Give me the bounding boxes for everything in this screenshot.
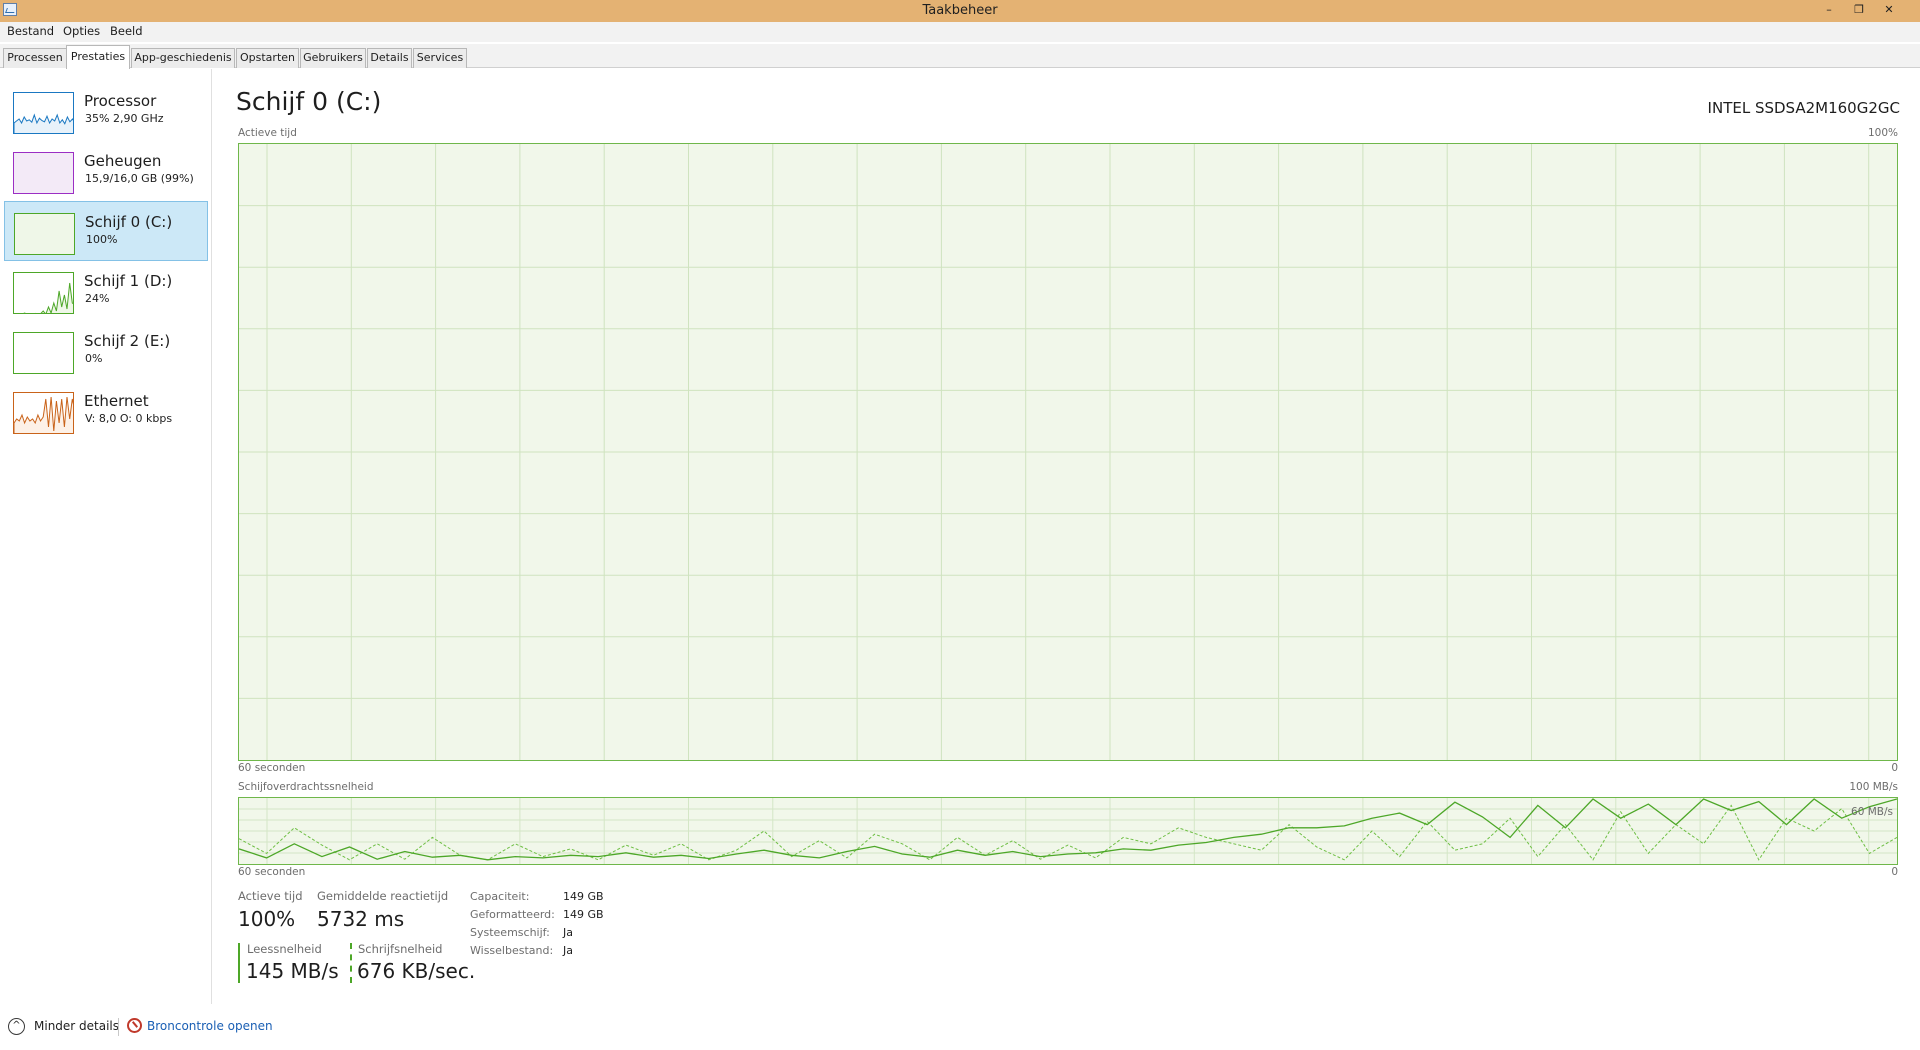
formatted-value: 149 GB (563, 908, 604, 921)
sidebar-item-label: Schijf 2 (E:) (84, 332, 171, 350)
window-title: Taakbeheer (922, 3, 998, 18)
tab-app-geschiedenis[interactable]: App-geschiedenis (131, 48, 235, 68)
transfer-graph-inner-max: 60 MB/s (1851, 806, 1893, 818)
footer: ^ Minder details Broncontrole openen (0, 1004, 1920, 1050)
sidebar-item-value: 35% 2,90 GHz (85, 112, 164, 125)
write-legend-bar (350, 943, 352, 983)
less-details-button[interactable]: Minder details (34, 1019, 119, 1033)
disk-2-thumbnail (13, 332, 74, 374)
system-disk-value: Ja (563, 926, 573, 939)
transfer-graph-right-axis: 0 (1891, 866, 1898, 878)
memory-thumbnail (13, 152, 74, 194)
active-time-graph (238, 143, 1898, 761)
sidebar-item-disk-2[interactable]: Schijf 2 (E:) 0% (4, 321, 208, 381)
active-time-graph-label: Actieve tijd (238, 127, 297, 139)
sidebar-item-label: Processor (84, 92, 157, 110)
sidebar-item-memory[interactable]: Geheugen 15,9/16,0 GB (99%) (4, 141, 208, 201)
capacity-label: Capaciteit: (470, 890, 530, 903)
transfer-graph-left-axis: 60 seconden (238, 866, 306, 878)
active-time-graph-max: 100% (1867, 127, 1898, 139)
tab-services[interactable]: Services (413, 48, 467, 68)
menu-bar: Bestand Opties Beeld (0, 22, 1920, 42)
active-time-graph-right-axis: 0 (1891, 762, 1898, 774)
page-title: Schijf 0 (C:) (236, 87, 382, 116)
read-speed-label: Leessnelheid (247, 942, 322, 956)
formatted-label: Geformatteerd: (470, 908, 555, 921)
page-file-value: Ja (563, 944, 573, 957)
sidebar-item-label: Schijf 0 (C:) (85, 213, 173, 231)
transfer-graph-max: 100 MB/s (1849, 781, 1898, 793)
sidebar-item-value: 24% (85, 292, 110, 305)
disk-model: INTEL SSDSA2M160G2GC (1707, 99, 1900, 117)
read-series-line (238, 798, 1898, 861)
minimize-button[interactable]: – (1816, 2, 1842, 18)
disk-detail-panel: Schijf 0 (C:) INTEL SSDSA2M160G2GC Actie… (213, 69, 1920, 1004)
page-file-label: Wisselbestand: (470, 944, 554, 957)
chevron-up-icon[interactable]: ^ (8, 1018, 25, 1035)
ethernet-thumbnail (13, 392, 74, 434)
menu-bestand[interactable]: Bestand (7, 24, 54, 38)
write-series-line (238, 804, 1898, 861)
disk-1-thumbnail (13, 272, 74, 314)
active-time-value: 100% (238, 907, 296, 931)
tab-prestaties[interactable]: Prestaties (66, 45, 130, 69)
tab-opstarten[interactable]: Opstarten (236, 48, 299, 68)
tab-gebruikers[interactable]: Gebruikers (300, 48, 366, 68)
sidebar-item-label: Ethernet (84, 392, 149, 410)
read-legend-bar (238, 943, 240, 983)
title-bar[interactable]: Taakbeheer – ❐ ✕ (0, 0, 1920, 22)
sidebar-item-ethernet[interactable]: Ethernet V: 8,0 O: 0 kbps (4, 381, 208, 441)
sidebar-item-label: Schijf 1 (D:) (84, 272, 173, 290)
sidebar-item-value: V: 8,0 O: 0 kbps (85, 412, 173, 425)
processor-thumbnail (13, 92, 74, 134)
close-button[interactable]: ✕ (1876, 2, 1902, 18)
capacity-value: 149 GB (563, 890, 604, 903)
sidebar-item-disk-0[interactable]: Schijf 0 (C:) 100% (4, 201, 208, 261)
latency-label: Gemiddelde reactietijd (317, 889, 449, 903)
write-speed-label: Schrijfsnelheid (358, 942, 443, 956)
sidebar-item-value: 15,9/16,0 GB (99%) (85, 172, 194, 185)
menu-opties[interactable]: Opties (63, 24, 100, 38)
transfer-rate-graph: 60 MB/s (238, 797, 1898, 865)
read-speed-value: 145 MB/s (246, 959, 339, 983)
open-resource-monitor-link[interactable]: Broncontrole openen (147, 1019, 273, 1033)
active-time-label: Actieve tijd (238, 889, 303, 903)
tab-bar: Processen Prestaties App-geschiedenis Op… (0, 44, 1920, 69)
tab-details[interactable]: Details (367, 48, 412, 68)
graph-grid (239, 144, 1897, 760)
menu-beeld[interactable]: Beeld (110, 24, 143, 38)
restore-button[interactable]: ❐ (1846, 2, 1872, 18)
latency-value: 5732 ms (317, 907, 405, 931)
sidebar-item-value: 0% (85, 352, 103, 365)
sidebar-item-value: 100% (86, 233, 118, 246)
performance-sidebar: Processor 35% 2,90 GHz Geheugen 15,9/16,… (0, 69, 212, 1004)
write-speed-value: 676 KB/sec. (357, 959, 476, 983)
resource-monitor-icon (127, 1018, 142, 1033)
transfer-graph-label: Schijfoverdrachtssnelheid (238, 781, 374, 793)
sidebar-item-disk-1[interactable]: Schijf 1 (D:) 24% (4, 261, 208, 321)
sidebar-item-processor[interactable]: Processor 35% 2,90 GHz (4, 81, 208, 141)
footer-divider (118, 1018, 119, 1036)
sidebar-item-label: Geheugen (84, 152, 162, 170)
tab-processen[interactable]: Processen (3, 48, 67, 68)
disk-0-thumbnail (14, 213, 75, 255)
system-disk-label: Systeemschijf: (470, 926, 550, 939)
active-time-graph-left-axis: 60 seconden (238, 762, 306, 774)
